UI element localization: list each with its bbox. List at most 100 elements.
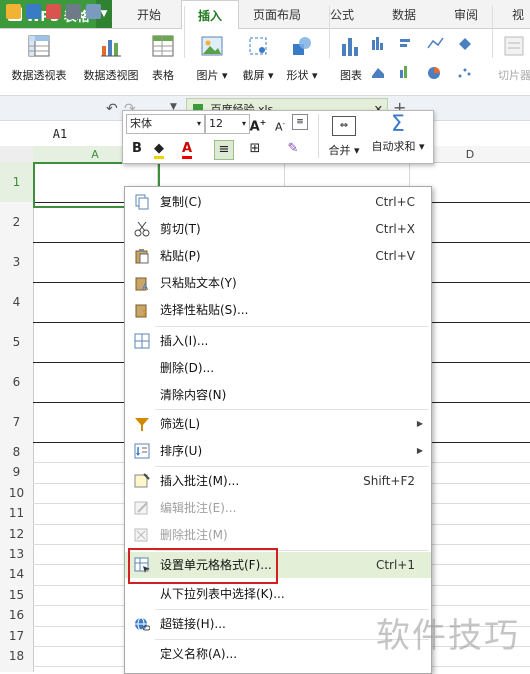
row-header[interactable]: 4 — [0, 282, 33, 322]
pivot-chart-icon — [101, 40, 121, 57]
tab-insert[interactable]: 插入 — [181, 0, 239, 30]
tab-data[interactable]: 数据 — [380, 0, 428, 28]
row-header[interactable]: 9 — [0, 462, 33, 482]
scissors-icon — [134, 221, 150, 237]
row-header[interactable]: 18 — [0, 646, 33, 666]
format-painter-icon[interactable]: ✎ — [284, 140, 302, 158]
menu-item-pick-from-list[interactable]: 从下拉列表中选择(K)... — [125, 581, 431, 607]
row-header[interactable]: 14 — [0, 564, 33, 584]
menu-item-paste-special[interactable]: ? 选择性粘贴(S)... — [125, 297, 431, 323]
screenshot-label: 截屏 ▾ — [242, 69, 274, 82]
menu-item-insert-comment[interactable]: 插入批注(M)... Shift+F2 — [125, 468, 431, 494]
picture-button[interactable]: 图片 ▾ — [190, 34, 234, 83]
row-header[interactable]: 1 — [0, 162, 33, 202]
table-label: 表格 — [152, 69, 174, 82]
font-color-icon[interactable]: A — [178, 140, 196, 159]
pivot-table-label: 数据透视表 — [11, 69, 67, 82]
annotation-highlight-box — [128, 548, 278, 584]
screenshot-button[interactable]: 截屏 ▾ — [236, 34, 280, 83]
menu-separator — [155, 409, 429, 410]
wrap-text-icon[interactable]: ≡ — [292, 114, 308, 130]
tab-review[interactable]: 审阅 — [442, 0, 490, 28]
select-all-corner[interactable] — [0, 146, 34, 162]
fill-color-icon[interactable]: ◆ — [150, 140, 168, 159]
font-size-select[interactable]: 12 ▾ — [205, 114, 250, 134]
picture-icon — [201, 36, 223, 56]
font-name-select[interactable]: 宋体 ▾ — [126, 114, 205, 134]
tab-view[interactable]: 视 — [506, 0, 530, 28]
print-icon[interactable] — [66, 4, 81, 19]
chart-type-gallery — [370, 36, 490, 86]
open-folder-icon[interactable] — [6, 4, 21, 19]
row-header[interactable]: 6 — [0, 362, 33, 402]
menu-item-delete[interactable]: 删除(D)... — [125, 355, 431, 381]
insert-cells-icon — [134, 333, 150, 349]
merge-icon: ⇔ — [332, 116, 356, 136]
name-box[interactable]: A1 — [0, 122, 120, 146]
ribbon-separator — [329, 6, 330, 58]
tab-page-layout[interactable]: 页面布局 — [246, 0, 308, 28]
row-header[interactable]: 13 — [0, 544, 33, 564]
insert-comment-icon — [134, 473, 150, 488]
pivot-chart-button[interactable]: 数据透视图 — [78, 34, 144, 83]
slicer-label: 切片器 — [498, 69, 530, 82]
menu-item-insert[interactable]: 插入(I)... — [125, 328, 431, 354]
menu-item-filter[interactable]: 筛选(L) ▶ — [125, 411, 431, 437]
print-preview-icon[interactable] — [86, 4, 101, 19]
ribbon-separator — [492, 6, 493, 58]
table-icon — [152, 35, 174, 57]
watermark-text: 软件技巧 — [376, 616, 520, 656]
slicer-button[interactable]: 切片器 — [498, 34, 530, 83]
context-menu: 复制(C) Ctrl+C 剪切(T) Ctrl+X 粘贴(P) Ctrl+V A… — [124, 186, 432, 674]
save-icon[interactable] — [26, 4, 41, 19]
export-pdf-icon[interactable] — [46, 4, 61, 19]
align-center-icon[interactable]: ≡ — [214, 140, 234, 160]
chart-icon — [342, 38, 358, 56]
row-header[interactable]: 15 — [0, 585, 33, 605]
menu-item-clear-contents[interactable]: 清除内容(N) — [125, 382, 431, 408]
shape-label: 形状 ▾ — [286, 69, 318, 82]
row-header[interactable]: 7 — [0, 402, 33, 442]
copy-icon — [135, 194, 149, 210]
delete-comment-icon — [134, 528, 148, 542]
menu-item-paste[interactable]: 粘贴(P) Ctrl+V — [125, 243, 431, 269]
paste-icon — [135, 249, 149, 264]
increase-font-icon[interactable]: A+ — [249, 114, 267, 134]
menu-item-edit-comment: 编辑批注(E)... — [125, 495, 431, 521]
sigma-icon: Σ — [391, 112, 405, 137]
chart-button[interactable]: 图表 — [334, 34, 368, 83]
row-header[interactable]: 12 — [0, 524, 33, 544]
chart-types-icon[interactable] — [370, 36, 490, 86]
merge-button[interactable]: ⇔ 合并 ▾ — [324, 112, 364, 160]
svg-text:A: A — [142, 283, 149, 291]
bold-button[interactable]: B — [128, 140, 146, 158]
tab-home[interactable]: 开始 — [126, 0, 172, 28]
row-header[interactable]: 16 — [0, 605, 33, 625]
hyperlink-icon — [135, 617, 150, 631]
shape-button[interactable]: 形状 ▾ — [280, 34, 324, 83]
pivot-table-button[interactable]: 数据透视表 — [6, 34, 72, 83]
tab-formulas[interactable]: 公式 — [318, 0, 366, 28]
row-header[interactable]: 5 — [0, 322, 33, 362]
autosum-button[interactable]: Σ 自动求和 ▾ — [366, 112, 430, 160]
row-header[interactable]: 11 — [0, 503, 33, 523]
shape-icon — [293, 37, 311, 55]
menu-item-sort[interactable]: 排序(U) ▶ — [125, 438, 431, 464]
row-header[interactable]: 3 — [0, 242, 33, 282]
sort-icon — [134, 443, 150, 459]
mini-toolbar-separator — [318, 114, 319, 158]
borders-icon[interactable]: ⊞ — [246, 140, 264, 158]
menu-item-paste-text-only[interactable]: A 只粘贴文本(Y) — [125, 270, 431, 296]
filter-icon — [135, 418, 149, 431]
menu-item-cut[interactable]: 剪切(T) Ctrl+X — [125, 216, 431, 242]
slicer-icon — [504, 36, 524, 56]
undo-icon[interactable]: ↶ — [106, 101, 118, 117]
row-header[interactable]: 8 — [0, 442, 33, 462]
menu-separator — [155, 326, 429, 327]
row-header[interactable]: 17 — [0, 626, 33, 646]
row-header[interactable]: 2 — [0, 202, 33, 242]
row-header[interactable]: 10 — [0, 483, 33, 503]
menu-item-copy[interactable]: 复制(C) Ctrl+C — [125, 189, 431, 215]
table-button[interactable]: 表格 — [148, 34, 178, 83]
decrease-font-icon[interactable]: A- — [271, 115, 289, 134]
